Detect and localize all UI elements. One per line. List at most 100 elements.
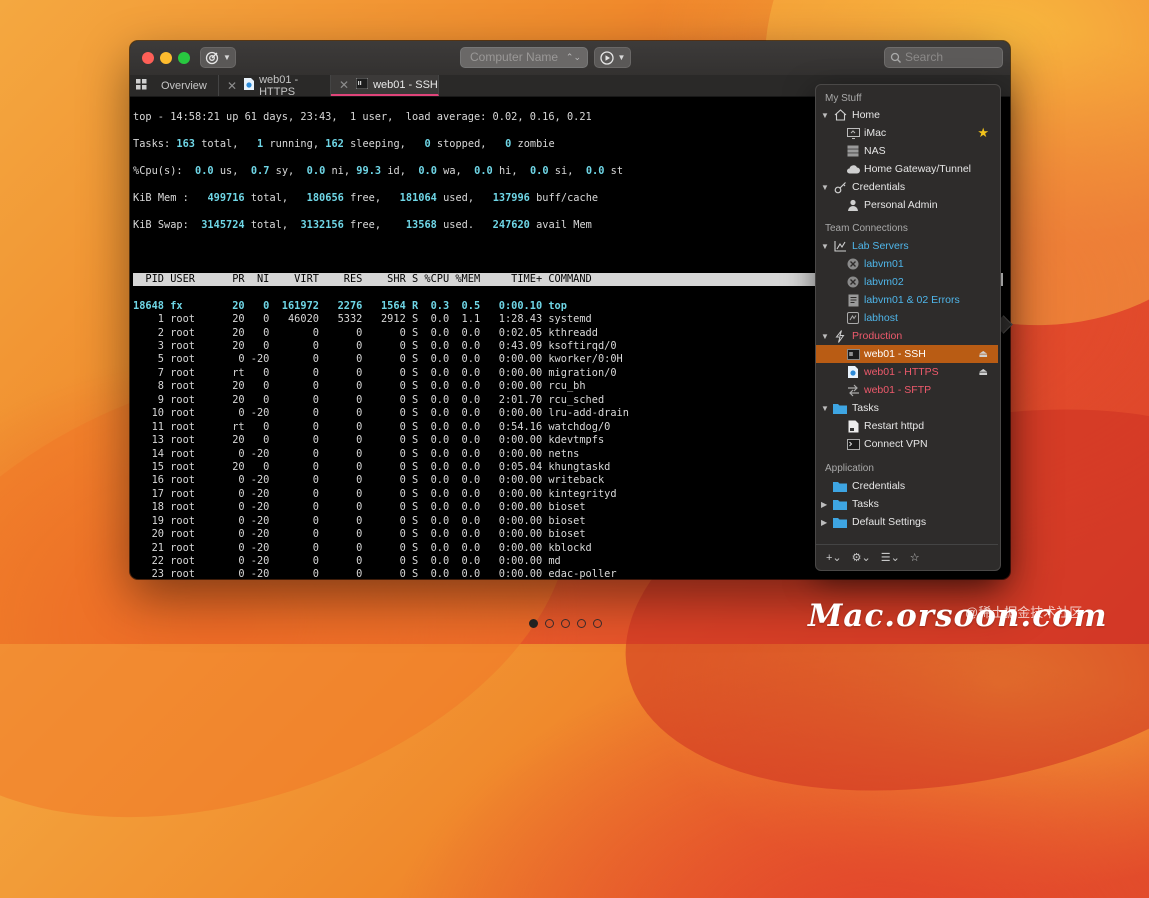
disclosure-open-icon: ▼: [821, 403, 829, 413]
disclosure-open-icon: ▼: [821, 182, 829, 192]
nav-item-app-tasks[interactable]: ▶ Tasks: [816, 495, 998, 513]
nav-label: Tasks: [852, 402, 879, 414]
terminal-icon: [846, 347, 860, 361]
minimize-window-button[interactable]: [160, 52, 172, 64]
nav-item-labvm01[interactable]: labvm01: [816, 255, 998, 273]
house-icon: [833, 108, 847, 122]
disclosure-closed-icon: ▶: [821, 499, 828, 509]
play-icon: [599, 50, 614, 65]
nav-label: Restart httpd: [864, 420, 925, 432]
tab-label: web01 - SSH: [373, 78, 438, 91]
page-dot[interactable]: [593, 619, 602, 628]
section-team-connections: Team Connections: [825, 223, 908, 234]
page-dot[interactable]: [545, 619, 554, 628]
star-icon[interactable]: ★: [977, 125, 989, 141]
eject-icon[interactable]: ⏏: [979, 367, 988, 378]
nav-item-imac[interactable]: iMac ★: [816, 124, 998, 142]
nav-item-tasks[interactable]: ▼ Tasks: [816, 399, 998, 417]
terminal-icon: [355, 77, 369, 92]
nav-item-restart-httpd[interactable]: Restart httpd: [816, 417, 998, 435]
nav-item-default-settings[interactable]: ▶ Default Settings: [816, 513, 998, 531]
key-icon: [833, 180, 847, 194]
nav-item-nas[interactable]: NAS: [816, 142, 998, 160]
close-tab-icon[interactable]: ✕: [227, 79, 237, 93]
gear-icon[interactable]: ⚙⌄: [852, 551, 871, 564]
computer-name-field[interactable]: Computer Name ⌃⌄: [460, 47, 588, 68]
log-file-icon: [846, 293, 860, 307]
disclosure-open-icon: ▼: [821, 331, 829, 341]
nav-item-personal-admin[interactable]: Personal Admin: [816, 196, 998, 214]
target-icon: [205, 51, 219, 65]
chart-folder-icon: [833, 239, 847, 253]
nav-item-connect-vpn[interactable]: Connect VPN: [816, 435, 998, 453]
list-icon[interactable]: ☰⌄: [881, 551, 900, 564]
eject-icon[interactable]: ⏏: [979, 349, 988, 360]
page-dot[interactable]: [529, 619, 538, 628]
nav-label: Home Gateway/Tunnel: [864, 163, 971, 175]
nav-label: Credentials: [852, 480, 906, 492]
nav-label: Lab Servers: [852, 240, 909, 252]
section-application: Application: [825, 463, 874, 474]
terminal-window-icon: [846, 437, 860, 451]
chevron-down-icon: ▼: [617, 53, 626, 62]
zoom-window-button[interactable]: [178, 52, 190, 64]
nav-label: labhost: [864, 312, 898, 324]
person-icon: [846, 198, 860, 212]
search-placeholder: Search: [905, 50, 944, 64]
search-field[interactable]: Search: [884, 47, 1003, 68]
nav-label: labvm01 & 02 Errors: [864, 294, 960, 306]
folder-icon: [833, 479, 847, 493]
nav-item-home-gateway[interactable]: Home Gateway/Tunnel: [816, 160, 998, 178]
title-bar: ▼ Computer Name ⌃⌄ ▼ Search: [130, 41, 1010, 76]
screen-share-icon: [846, 126, 860, 140]
page-dot[interactable]: [561, 619, 570, 628]
nav-label: Home: [852, 109, 881, 121]
nav-item-web01-sftp[interactable]: web01 - SFTP: [816, 381, 998, 399]
web-app-icon: [846, 311, 860, 325]
chevron-down-icon: ▼: [223, 53, 231, 62]
nav-item-labvm-errors[interactable]: labvm01 & 02 Errors: [816, 291, 998, 309]
watermark-cn: @稀土掘金技术社区: [965, 605, 1083, 620]
nav-label: web01 - SSH: [864, 348, 926, 360]
script-icon: [846, 419, 860, 433]
add-icon[interactable]: +⌄: [826, 551, 842, 564]
popover-toolbar: +⌄ ⚙⌄ ☰⌄ ☆: [816, 544, 998, 570]
nav-item-credentials[interactable]: ▼ Credentials: [816, 178, 998, 196]
nav-item-web01-ssh[interactable]: web01 - SSH ⏏: [816, 345, 998, 363]
nav-label: web01 - SFTP: [864, 384, 932, 396]
computer-name-placeholder: Computer Name: [470, 50, 559, 64]
tab-label: Overview: [161, 79, 207, 92]
nav-label: Personal Admin: [864, 199, 938, 211]
web-doc-icon: [846, 365, 860, 379]
cloud-icon: [846, 162, 860, 176]
chevron-updown-icon: ⌃⌄: [565, 52, 581, 62]
nav-item-production[interactable]: ▼ Production: [816, 327, 998, 345]
tab-label: web01 - HTTPS: [259, 73, 299, 98]
nav-item-app-credentials[interactable]: Credentials: [816, 477, 998, 495]
nav-label: web01 - HTTPS: [864, 366, 939, 378]
nav-item-labhost[interactable]: labhost: [816, 309, 998, 327]
close-window-button[interactable]: [142, 52, 154, 64]
tab-web01-ssh[interactable]: ✕ web01 - SSH: [331, 75, 439, 96]
vm-disk-icon: [846, 275, 860, 289]
page-dot[interactable]: [577, 619, 586, 628]
tab-web01-https[interactable]: ✕ web01 - HTTPS: [219, 73, 331, 98]
nav-label: labvm01: [864, 258, 904, 270]
connection-navigator-popover: My Stuff ▼ Home iMac ★ NAS Home Gateway/…: [815, 84, 1001, 571]
close-tab-icon[interactable]: ✕: [339, 78, 349, 92]
connect-menu-button[interactable]: ▼: [200, 47, 236, 68]
nav-item-home[interactable]: ▼ Home: [816, 106, 998, 124]
nav-label: Connect VPN: [864, 438, 928, 450]
disclosure-open-icon: ▼: [821, 241, 829, 251]
tab-overview[interactable]: Overview: [130, 75, 219, 96]
page-indicator: [529, 619, 602, 628]
nav-label: Default Settings: [852, 516, 927, 528]
star-outline-icon[interactable]: ☆: [910, 551, 920, 564]
nav-label: Tasks: [852, 498, 879, 510]
nav-item-web01-https[interactable]: web01 - HTTPS ⏏: [816, 363, 998, 381]
play-menu-button[interactable]: ▼: [594, 47, 631, 68]
folder-icon: [833, 401, 847, 415]
nav-item-lab-servers[interactable]: ▼ Lab Servers: [816, 237, 998, 255]
nav-item-labvm02[interactable]: labvm02: [816, 273, 998, 291]
nav-label: iMac: [864, 127, 887, 139]
